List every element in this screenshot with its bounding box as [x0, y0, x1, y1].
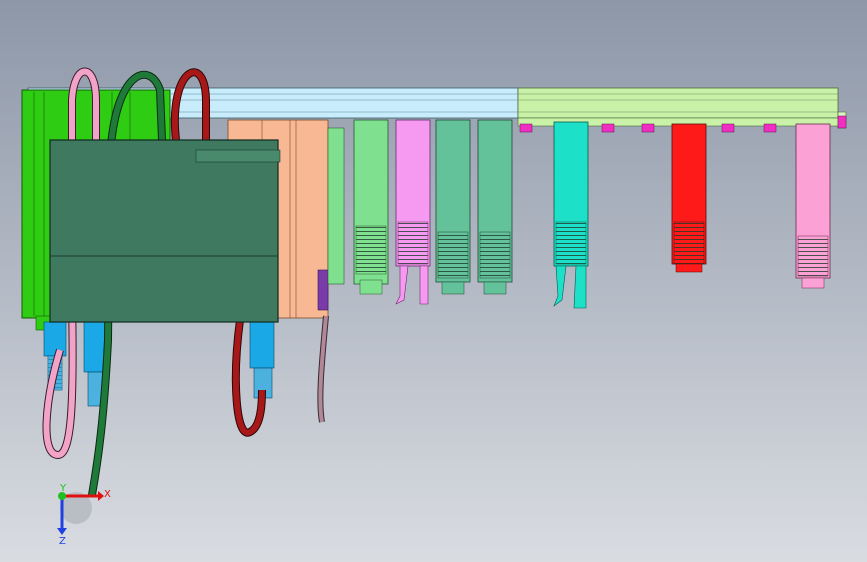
magenta-clip [837, 115, 847, 129]
terminal-ribs [437, 231, 469, 279]
magenta-clip [519, 123, 533, 133]
terminal-foot [483, 281, 507, 295]
purple-latch [317, 269, 329, 311]
magenta-clip [721, 123, 735, 133]
rail-right-section[interactable] [517, 87, 839, 119]
blue-connector[interactable] [249, 317, 275, 369]
terminal-foot [675, 263, 703, 273]
controller-body[interactable] [49, 139, 279, 323]
magenta-clip [763, 123, 777, 133]
terminal-sea-green-2[interactable] [477, 119, 513, 295]
terminal-ribs [673, 221, 705, 265]
magenta-clip [641, 123, 655, 133]
terminal-foot [801, 277, 825, 289]
terminal-red[interactable] [671, 123, 707, 273]
terminal-ribs [555, 221, 587, 265]
y-axis-label: Y [59, 483, 67, 494]
x-axis-label: X [104, 489, 111, 500]
dark-green-controller[interactable] [49, 139, 281, 323]
cad-viewport[interactable]: X Y Z [0, 0, 867, 562]
controller-top-lip [195, 149, 281, 163]
z-axis-label: Z [59, 536, 66, 547]
magenta-clip [601, 123, 615, 133]
terminal-ribs [479, 231, 511, 279]
terminal-light-pink[interactable] [795, 123, 831, 289]
cad-assembly-view[interactable]: X Y Z [0, 0, 867, 562]
terminal-foot [441, 281, 465, 295]
terminal-light-green[interactable] [327, 119, 389, 295]
terminal-ribs [397, 221, 429, 265]
terminal-narrow-body[interactable] [327, 127, 345, 285]
terminal-sea-green-1[interactable] [435, 119, 471, 295]
terminal-foot [359, 279, 383, 295]
terminal-ribs [797, 235, 829, 277]
terminal-ribs [355, 225, 387, 275]
